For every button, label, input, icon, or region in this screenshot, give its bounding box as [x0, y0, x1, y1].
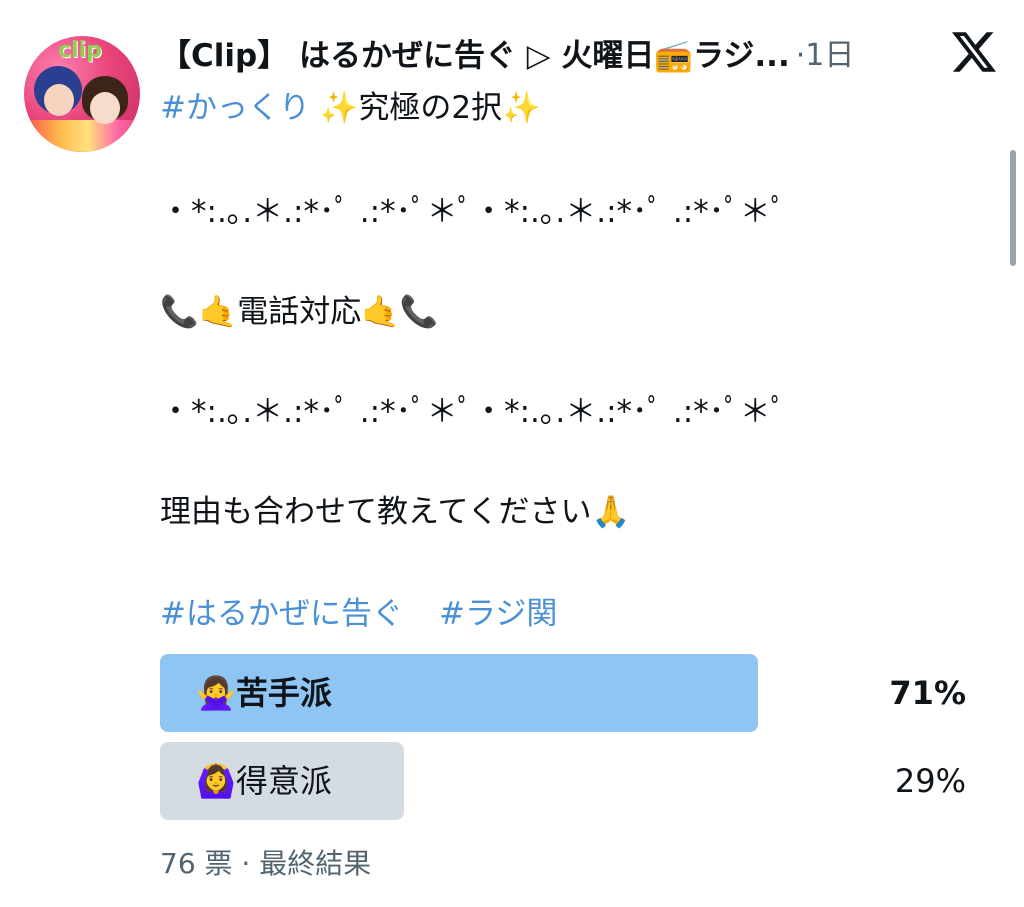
avatar-person-face — [90, 92, 120, 124]
tweet-hashtags: #はるかぜに告ぐ #ラジ関 — [160, 588, 557, 633]
decorative-divider: ・*:.｡.＊.:*･ﾟ .:*･ﾟ＊ﾟ・*:.｡.＊.:*･ﾟ .:*･ﾟ＊ﾟ — [160, 194, 787, 230]
tweet-title-text: ✨究極の2択✨ — [309, 90, 541, 126]
tweet-first-line: #かっくり ✨究極の2択✨ — [160, 82, 541, 127]
hashtag-link[interactable]: #ラジ関 — [439, 596, 557, 632]
x-logo-icon[interactable] — [950, 30, 998, 74]
display-name[interactable]: 【Clip】 はるかぜに告ぐ ▷ 火曜日📻ラジ... — [160, 30, 790, 75]
tweet-topic: 📞🤙電話対応🤙📞 — [160, 294, 439, 330]
poll-option-label: 🙆‍♀️得意派 — [196, 762, 332, 800]
poll-footer: 76 票 · 最終結果 — [160, 847, 372, 880]
poll-option-percent: 29% — [894, 762, 966, 800]
tweet-request: 理由も合わせて教えてください🙏 — [160, 494, 631, 530]
hashtag-link[interactable]: #かっくり — [160, 90, 310, 126]
tweet-header: 【Clip】 はるかぜに告ぐ ▷ 火曜日📻ラジ... ·1日 — [160, 30, 920, 74]
timestamp[interactable]: ·1日 — [796, 30, 855, 74]
avatar-logo: clip — [58, 38, 102, 63]
poll-option[interactable]: 🙆‍♀️得意派 29% — [160, 742, 970, 820]
scrollbar[interactable] — [1010, 150, 1016, 266]
poll-option-label: 🙅‍♀️苦手派 — [196, 674, 332, 712]
decorative-divider: ・*:.｡.＊.:*･ﾟ .:*･ﾟ＊ﾟ・*:.｡.＊.:*･ﾟ .:*･ﾟ＊ﾟ — [160, 394, 787, 430]
avatar-shirt-decoration — [24, 120, 140, 152]
poll-option-percent: 71% — [889, 674, 966, 712]
avatar-person-face — [44, 84, 74, 116]
poll-option[interactable]: 🙅‍♀️苦手派 71% — [160, 654, 970, 732]
avatar[interactable]: clip — [24, 36, 140, 152]
hashtag-link[interactable]: #はるかぜに告ぐ — [160, 596, 403, 632]
